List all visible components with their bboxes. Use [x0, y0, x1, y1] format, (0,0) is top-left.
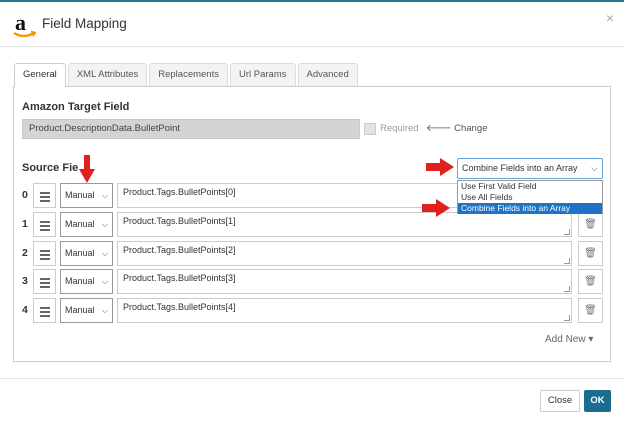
- trash-icon[interactable]: 🗑: [578, 269, 603, 294]
- change-link[interactable]: 🡐 Change: [426, 123, 487, 134]
- annotation-arrow-right-icon: [426, 158, 454, 176]
- source-type-select[interactable]: Manual ⌵: [60, 298, 113, 323]
- row-index: 3: [22, 275, 28, 287]
- chevron-down-icon: ⌵: [101, 191, 108, 200]
- tab-xml-attributes[interactable]: XML Attributes: [67, 63, 148, 86]
- source-value-input[interactable]: Product.Tags.BulletPoints[1]: [117, 212, 572, 237]
- source-value-text: Product.Tags.BulletPoints[1]: [123, 216, 236, 226]
- chevron-down-icon: ⌵: [101, 220, 108, 229]
- resize-grip-icon[interactable]: [564, 286, 570, 292]
- source-value-input[interactable]: Product.Tags.BulletPoints[3]: [117, 269, 572, 294]
- source-value-text: Product.Tags.BulletPoints[0]: [123, 187, 236, 197]
- mode-option-all-fields[interactable]: Use All Fields: [458, 192, 602, 203]
- tab-advanced[interactable]: Advanced: [297, 63, 358, 86]
- chevron-down-icon: ⌵: [591, 163, 598, 173]
- source-fields-heading: Source Fie: [22, 162, 79, 174]
- source-type-value: Manual: [65, 219, 95, 229]
- source-value-text: Product.Tags.BulletPoints[4]: [123, 302, 236, 312]
- close-button[interactable]: Close: [540, 390, 580, 412]
- row-index: 2: [22, 247, 28, 259]
- dialog-title: Field Mapping: [42, 16, 127, 31]
- target-field-heading: Amazon Target Field: [22, 101, 130, 113]
- svg-text:a: a: [15, 11, 26, 35]
- dialog-header: a Field Mapping ×: [0, 2, 624, 47]
- source-type-select[interactable]: Manual ⌵: [60, 212, 113, 237]
- arrow-left-icon: 🡐: [426, 123, 452, 134]
- resize-grip-icon[interactable]: [564, 258, 570, 264]
- chevron-down-icon: ⌵: [101, 249, 108, 258]
- resize-grip-icon[interactable]: [564, 229, 570, 235]
- tab-bar: General XML Attributes Replacements Url …: [14, 63, 360, 87]
- drag-handle-icon[interactable]: [33, 298, 56, 323]
- source-type-value: Manual: [65, 248, 95, 258]
- row-index: 4: [22, 304, 28, 316]
- tab-general[interactable]: General: [14, 63, 66, 87]
- mode-option-first-valid[interactable]: Use First Valid Field: [458, 181, 602, 192]
- drag-handle-icon[interactable]: [33, 269, 56, 294]
- chevron-down-icon: ⌵: [101, 306, 108, 315]
- trash-icon[interactable]: 🗑: [578, 212, 603, 237]
- source-type-select[interactable]: Manual ⌵: [60, 241, 113, 266]
- mode-select-value: Combine Fields into an Array: [462, 163, 578, 173]
- source-type-select[interactable]: Manual ⌵: [60, 269, 113, 294]
- drag-handle-icon[interactable]: [33, 183, 56, 208]
- footer-divider: [0, 378, 624, 379]
- add-new-label: Add New: [545, 334, 586, 345]
- row-index: 1: [22, 218, 28, 230]
- mode-dropdown-list: Use First Valid Field Use All Fields Com…: [457, 180, 603, 214]
- amazon-logo-icon: a: [13, 11, 37, 38]
- mode-option-combine-array[interactable]: Combine Fields into an Array: [458, 203, 602, 214]
- trash-icon[interactable]: 🗑: [578, 298, 603, 323]
- trash-icon[interactable]: 🗑: [578, 241, 603, 266]
- chevron-down-icon: ▾: [588, 334, 594, 345]
- chevron-down-icon: ⌵: [101, 277, 108, 286]
- drag-handle-icon[interactable]: [33, 241, 56, 266]
- mode-select[interactable]: Combine Fields into an Array ⌵: [457, 158, 603, 179]
- target-field-value: Product.DescriptionData.BulletPoint: [22, 119, 360, 139]
- source-type-value: Manual: [65, 276, 95, 286]
- drag-handle-icon[interactable]: [33, 212, 56, 237]
- annotation-arrow-right-icon: [422, 199, 450, 217]
- source-value-input[interactable]: Product.Tags.BulletPoints[2]: [117, 241, 572, 266]
- required-label: Required: [380, 123, 419, 134]
- tab-replacements[interactable]: Replacements: [149, 63, 228, 86]
- close-icon[interactable]: ×: [606, 11, 614, 25]
- add-new-button[interactable]: Add New ▾: [545, 334, 593, 345]
- source-value-input[interactable]: Product.Tags.BulletPoints[4]: [117, 298, 572, 323]
- row-index: 0: [22, 189, 28, 201]
- tab-url-params[interactable]: Url Params: [229, 63, 296, 86]
- annotation-arrow-down-icon: [79, 155, 95, 183]
- source-type-select[interactable]: Manual ⌵: [60, 183, 113, 208]
- ok-button[interactable]: OK: [584, 390, 611, 412]
- source-value-text: Product.Tags.BulletPoints[2]: [123, 245, 236, 255]
- required-checkbox[interactable]: [364, 123, 376, 135]
- source-type-value: Manual: [65, 190, 95, 200]
- resize-grip-icon[interactable]: [564, 315, 570, 321]
- source-value-text: Product.Tags.BulletPoints[3]: [123, 273, 236, 283]
- source-type-value: Manual: [65, 305, 95, 315]
- change-label: Change: [454, 123, 488, 134]
